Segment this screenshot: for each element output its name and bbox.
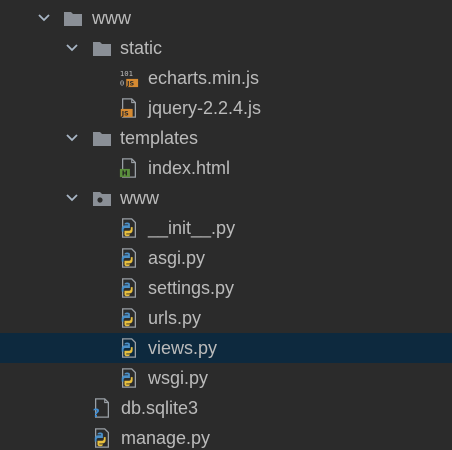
tree-item-jquery-js[interactable]: JS jquery-2.2.4.js (0, 93, 452, 123)
tree-item-db-sqlite3[interactable]: ? db.sqlite3 (0, 393, 452, 423)
svg-text:H: H (122, 170, 128, 178)
tree-item-label: urls.py (148, 308, 202, 328)
chevron-down-icon[interactable] (37, 11, 51, 25)
svg-text:101: 101 (120, 69, 133, 78)
tree-item-asgi-py[interactable]: asgi.py (0, 243, 452, 273)
project-tree: www static 101 0 JS echarts.min.js JS jq… (0, 0, 452, 450)
svg-text:JS: JS (126, 81, 134, 88)
svg-text:0: 0 (120, 78, 124, 87)
tree-item-label: __init__.py (148, 218, 236, 238)
svg-text:?: ? (93, 406, 100, 419)
python-file-icon (119, 248, 139, 268)
python-file-icon (119, 368, 139, 388)
tree-item-label: manage.py (121, 428, 211, 448)
tree-item-views-py[interactable]: views.py (0, 333, 452, 363)
unknown-file-icon: ? (92, 398, 112, 419)
python-file-icon (92, 428, 112, 448)
python-file-icon (119, 308, 139, 328)
tree-item-label: www (92, 8, 131, 28)
svg-text:JS: JS (121, 111, 129, 118)
chevron-down-icon[interactable] (65, 191, 79, 205)
tree-item-init-py[interactable]: __init__.py (0, 213, 452, 243)
tree-item-index-html[interactable]: H index.html (0, 153, 452, 183)
tree-item-label: views.py (148, 338, 218, 358)
tree-item-label: settings.py (148, 278, 235, 298)
folder-icon (92, 38, 112, 58)
tree-item-label: wsgi.py (148, 368, 209, 388)
python-file-icon (119, 218, 139, 238)
tree-item-label: jquery-2.2.4.js (148, 98, 262, 118)
tree-item-label: asgi.py (148, 248, 206, 268)
tree-item-echarts-min-js[interactable]: 101 0 JS echarts.min.js (0, 63, 452, 93)
tree-item-templates[interactable]: templates (0, 123, 452, 153)
tree-item-www-root[interactable]: www (0, 3, 452, 33)
tree-item-settings-py[interactable]: settings.py (0, 273, 452, 303)
tree-item-label: index.html (148, 158, 231, 178)
binary-js-file-icon: 101 0 JS (119, 68, 139, 88)
tree-item-static[interactable]: static (0, 33, 452, 63)
python-file-icon (119, 338, 139, 358)
tree-item-label: db.sqlite3 (121, 398, 199, 418)
python-package-icon (92, 188, 112, 208)
tree-item-label: echarts.min.js (148, 68, 260, 88)
python-file-icon (119, 278, 139, 298)
tree-item-label: static (120, 38, 163, 58)
folder-icon (63, 8, 83, 28)
chevron-down-icon[interactable] (65, 41, 79, 55)
chevron-down-icon[interactable] (65, 131, 79, 145)
tree-item-label: www (120, 188, 159, 208)
tree-item-www-package[interactable]: www (0, 183, 452, 213)
folder-icon (92, 128, 112, 148)
tree-item-label: templates (120, 128, 199, 148)
tree-item-urls-py[interactable]: urls.py (0, 303, 452, 333)
html-file-icon: H (119, 158, 139, 178)
tree-item-wsgi-py[interactable]: wsgi.py (0, 363, 452, 393)
js-file-icon: JS (119, 98, 139, 118)
tree-item-manage-py[interactable]: manage.py (0, 423, 452, 450)
